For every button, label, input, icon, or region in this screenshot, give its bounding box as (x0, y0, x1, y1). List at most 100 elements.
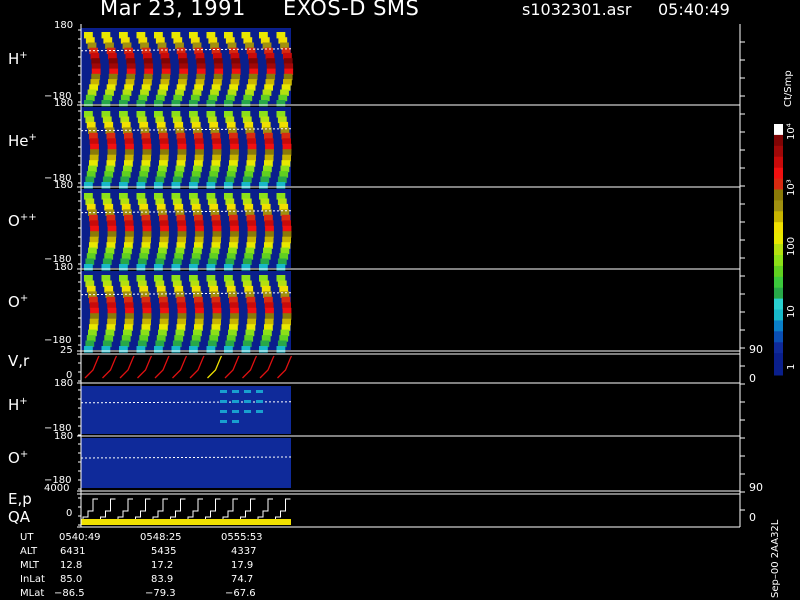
colorbar-swatch (774, 189, 783, 201)
ytick-max: 180 (54, 180, 74, 191)
spectrogram-sweep (101, 182, 111, 189)
spectrogram-sweep (84, 182, 93, 189)
velocity-trace (259, 355, 275, 379)
right-ytick-max: 90 (749, 343, 763, 356)
colorbar-swatch (774, 167, 783, 180)
orbit-value: 83.9 (151, 574, 174, 585)
colorbar-swatch (774, 265, 783, 278)
ytick-max: 180 (54, 378, 74, 389)
colorbar-tick-10: 10 (786, 305, 797, 318)
orbit-value: 0548:25 (140, 532, 182, 543)
spectrogram-sweep (224, 264, 233, 271)
panel-label-o-plus-2: O+ (8, 449, 29, 467)
spectrogram-sweep (206, 264, 216, 271)
spectrogram-cell (244, 390, 251, 393)
velocity-trace (172, 355, 188, 379)
spectrogram-sweep (276, 346, 286, 353)
spectrogram-sweep (189, 346, 198, 353)
spectrogram-background (81, 438, 291, 488)
panel-label-he-plus: He+ (8, 132, 37, 150)
spectrogram-sweep (224, 346, 233, 353)
ytick-max: 25 (60, 345, 73, 356)
orbit-value: −86.5 (54, 588, 85, 599)
spectrogram-sweep (171, 264, 181, 271)
colorbar-swatch (774, 134, 783, 147)
orbit-value: 17.9 (231, 560, 254, 571)
spectrogram-cell (220, 400, 227, 403)
ytick-max: 180 (54, 98, 74, 109)
orbit-label-mlt: MLT (20, 560, 39, 571)
spectrogram-cell (232, 400, 239, 403)
spectrogram-sweep (259, 346, 268, 353)
spectrogram-sweep (154, 264, 163, 271)
colorbar-swatch (774, 320, 783, 332)
orbit-value: −79.3 (145, 588, 176, 599)
spectrogram-cell (244, 410, 251, 413)
spectrogram-sweep (206, 346, 216, 353)
colorbar-unit: Ct/Smp (783, 70, 794, 107)
velocity-trace (242, 355, 258, 379)
spectrogram-sweep (241, 182, 251, 189)
orbit-value: 0540:49 (59, 532, 101, 543)
colorbar-swatch (774, 233, 783, 245)
panel-label-o-plusplus: O++ (8, 212, 37, 230)
spectrogram-sweep (171, 182, 181, 189)
panel-label-vr: V,r (8, 352, 30, 370)
spectrogram-sweep (171, 346, 181, 353)
orbit-label-alt: ALT (20, 546, 38, 557)
spectrogram-sweep (136, 182, 146, 189)
panel-label-h-plus: H+ (8, 50, 28, 68)
orbit-value: 85.0 (60, 574, 83, 585)
ytick-max: 180 (54, 431, 74, 442)
spectrogram-sweep (154, 346, 163, 353)
colorbar-swatch (774, 178, 783, 190)
colorbar-swatch (774, 309, 783, 321)
spectrogram-sweep (119, 182, 128, 189)
colorbar-swatch (774, 342, 783, 354)
orbit-value: 12.8 (60, 560, 83, 571)
colorbar-swatch (774, 364, 783, 376)
colorbar-swatch (774, 222, 783, 234)
velocity-trace (207, 355, 223, 379)
orbit-label-ut: UT (20, 532, 34, 543)
spectrogram-sweep (259, 182, 268, 189)
velocity-trace (102, 355, 118, 379)
colorbar-swatch (774, 211, 783, 223)
ytick-max: 4000 (44, 483, 70, 494)
spectrogram-sweep (101, 346, 111, 353)
orbit-value: 6431 (60, 546, 86, 557)
colorbar-tick-1: 1 (786, 363, 797, 370)
colorbar-swatch (774, 156, 783, 169)
panel-label-qa: QA (8, 508, 31, 526)
colorbar-swatch (774, 124, 783, 136)
spectrogram-sweep (136, 346, 146, 353)
spectrogram-cell (220, 410, 227, 413)
right-ytick-min: 0 (749, 372, 756, 385)
spectrogram-cell (232, 390, 239, 393)
spectrogram-sweep (84, 346, 93, 353)
spectrogram-sweep (276, 264, 286, 271)
orbit-value: 4337 (231, 546, 257, 557)
orbit-value: 0555:53 (221, 532, 263, 543)
spectrogram-cell (220, 390, 227, 393)
panel-label-o-plus: O+ (8, 293, 29, 311)
velocity-trace (277, 355, 293, 379)
spectrogram-sweep (189, 182, 198, 189)
colorbar-swatch (774, 276, 783, 289)
spectrogram-sweep (241, 346, 251, 353)
spectrogram-sweep (241, 264, 251, 271)
spectrogram-cell (220, 420, 227, 423)
ytick-max: 180 (54, 262, 74, 273)
spectrogram-cell (232, 420, 239, 423)
colorbar-tick-1e4: 10⁴ (786, 123, 797, 140)
spectrogram-cell (244, 400, 251, 403)
spectrogram-sweep (259, 264, 268, 271)
panel-label-h-plus-2: H+ (8, 396, 28, 414)
spectrogram-sweep (119, 264, 128, 271)
spectrogram-cell (256, 410, 263, 413)
colorbar-tick-100: 100 (786, 236, 797, 256)
right-ytick-min: 0 (749, 511, 756, 524)
spectrogram-sweep (84, 264, 93, 271)
velocity-trace (189, 355, 205, 379)
ytick-max: 180 (54, 20, 74, 31)
